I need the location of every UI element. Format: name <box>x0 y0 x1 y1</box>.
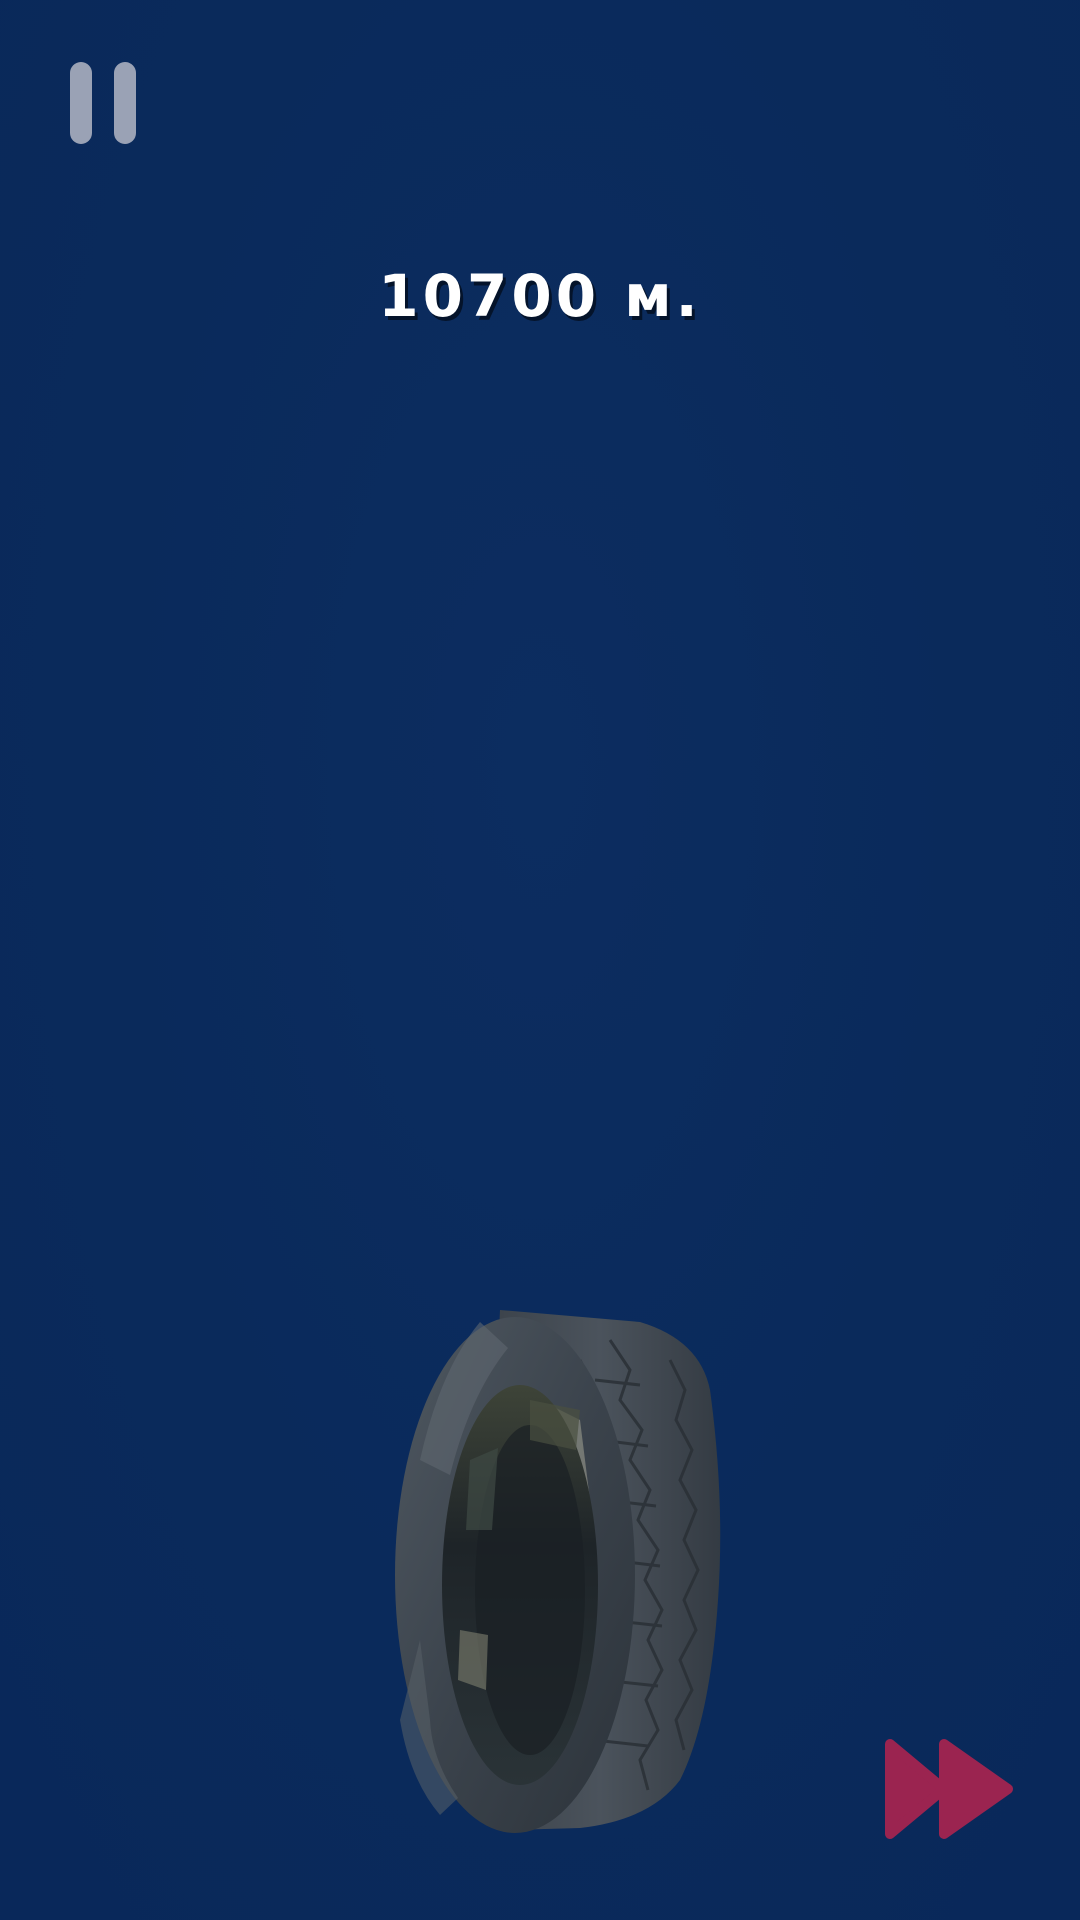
game-screen[interactable]: 10700 м. <box>0 0 1080 1920</box>
fast-forward-icon <box>885 1739 1013 1839</box>
distance-counter: 10700 м. <box>378 262 702 330</box>
tire-player <box>395 1310 721 1833</box>
fast-forward-button[interactable] <box>882 1736 1016 1842</box>
pause-icon-bar-right <box>114 62 136 144</box>
pause-icon-bar-left <box>70 62 92 144</box>
pause-button[interactable] <box>70 62 136 144</box>
